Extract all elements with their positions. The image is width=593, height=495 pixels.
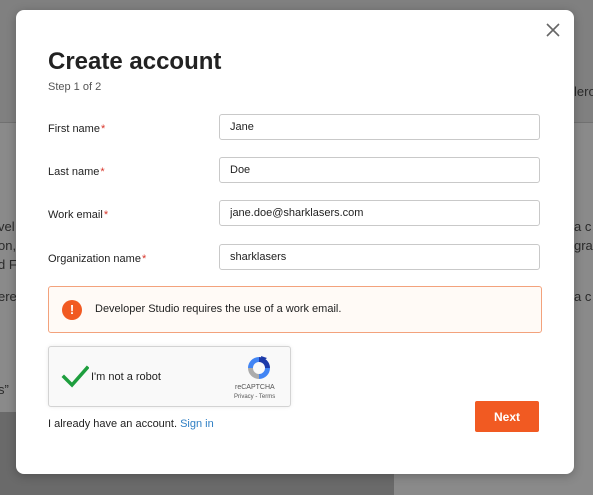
recaptcha-widget: I'm not a robot reCAPTCHA Privacy - Term… [48,346,291,407]
last-name-label: Last name* [48,166,105,178]
signin-row: I already have an account. Sign in [48,418,214,430]
background-text: grat [574,238,593,253]
dialog-title: Create account [48,48,222,75]
info-icon: ! [62,300,82,320]
organization-name-label: Organization name* [48,253,146,265]
required-marker: * [100,123,106,135]
background-text: on, [0,238,17,253]
background-text: a c [574,219,592,234]
field-label-text: Work email [48,209,103,221]
background-text: s” [0,382,9,397]
last-name-input[interactable] [219,157,540,183]
sign-in-link[interactable]: Sign in [180,418,214,430]
checkmark-icon[interactable] [61,363,89,391]
work-email-input[interactable] [219,200,540,226]
recaptcha-label: I'm not a robot [91,371,161,383]
close-icon [546,23,560,37]
required-marker: * [103,209,109,221]
work-email-alert: ! Developer Studio requires the use of a… [48,286,542,333]
background-text: a c [574,289,592,304]
next-button[interactable]: Next [475,401,539,432]
recaptcha-logo-icon [248,356,270,379]
step-indicator: Step 1 of 2 [48,81,102,93]
recaptcha-links[interactable]: Privacy - Terms [234,394,275,400]
first-name-input[interactable] [219,114,540,140]
close-button[interactable] [542,19,564,41]
background-text: lero [574,84,593,99]
alert-message: Developer Studio requires the use of a w… [95,303,342,315]
first-name-label: First name* [48,123,105,135]
signin-prompt: I already have an account. [48,418,178,430]
required-marker: * [141,253,147,265]
field-label-text: Organization name [48,253,141,265]
work-email-label: Work email* [48,209,108,221]
create-account-dialog: Create account Step 1 of 2 First name* L… [16,10,574,474]
background-text: ere [0,289,17,304]
field-label-text: First name [48,123,100,135]
organization-name-input[interactable] [219,244,540,270]
background-text: d F [0,257,17,272]
required-marker: * [100,166,105,178]
recaptcha-brand: reCAPTCHA [235,384,275,391]
background-text: vel [0,219,15,234]
field-label-text: Last name [48,166,100,178]
